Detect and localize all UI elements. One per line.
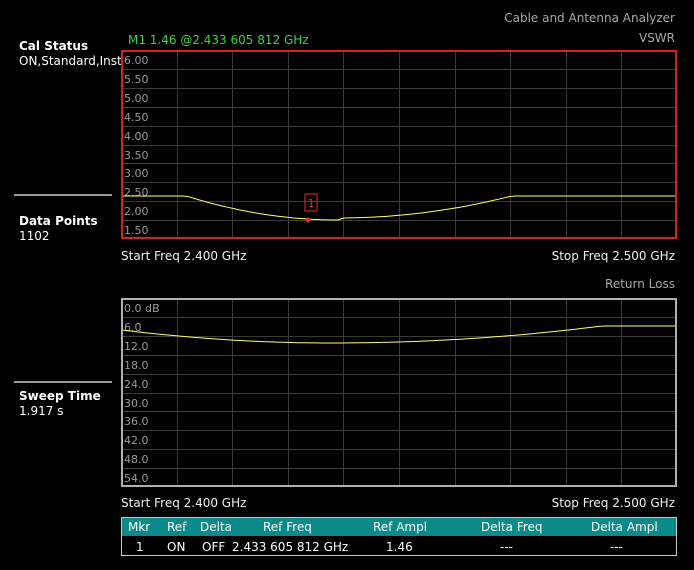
cal-status-value: ON,Standard,Insta	[19, 54, 121, 68]
marker-1-point: ◆	[305, 215, 312, 224]
vswr-plot[interactable]: 6.00 5.50 5.00 4.50 4.00 3.50 3.00 2.50 2.00 1.50…	[121, 50, 677, 239]
marker-table-header: Mkr Ref Delta Ref Freq Ref Ampl Delta Fr…	[122, 518, 676, 536]
data-points-value: 1102	[19, 229, 50, 243]
col-mkr: Mkr	[128, 520, 151, 534]
sidebar-divider	[14, 194, 112, 196]
marker-1-label: 1	[308, 197, 315, 210]
col-ref: Ref	[167, 520, 187, 534]
y-tick-label: 5.50	[124, 73, 149, 86]
y-tick-label: 3.50	[124, 149, 149, 162]
y-tick-label: 2.50	[124, 186, 149, 199]
sweep-time-label: Sweep Time	[19, 389, 101, 403]
y-tick-label: 36.0	[124, 415, 149, 428]
y-tick-label: 24.0	[124, 378, 149, 391]
marker-readout: M1 1.46 @2.433 605 812 GHz	[128, 33, 309, 47]
y-tick-label: 2.00	[124, 205, 149, 218]
cal-status-label: Cal Status	[19, 39, 89, 53]
y-tick-label: 12.0	[124, 340, 149, 353]
y-tick-label: 4.50	[124, 111, 149, 124]
y-tick-label: 3.00	[124, 167, 149, 180]
vswr-stop-freq: Stop Freq 2.500 GHz	[551, 249, 675, 263]
return-loss-plot[interactable]: 0.0 dB6.012.018.024.030.036.042.048.054.…	[121, 298, 677, 487]
marker-table[interactable]: Mkr Ref Delta Ref Freq Ref Ampl Delta Fr…	[121, 517, 677, 556]
y-tick-label: 48.0	[124, 453, 149, 466]
sweep-time-value: 1.917 s	[19, 404, 64, 418]
row-delta-ampl: ---	[610, 540, 623, 554]
row-delta: OFF	[202, 540, 226, 554]
return-loss-start-freq: Start Freq 2.400 GHz	[121, 496, 247, 510]
sidebar-divider	[14, 381, 112, 383]
col-delta-ampl: Delta Ampl	[591, 520, 658, 534]
vswr-start-freq: Start Freq 2.400 GHz	[121, 249, 247, 263]
y-tick-label: 42.0	[124, 434, 149, 447]
data-points-label: Data Points	[19, 214, 98, 228]
col-delta-freq: Delta Freq	[481, 520, 543, 534]
y-tick-label: 18.0	[124, 359, 149, 372]
top-measurement-label: VSWR	[638, 31, 675, 45]
col-ref-ampl: Ref Ampl	[373, 520, 428, 534]
y-tick-label: 30.0	[124, 397, 149, 410]
y-tick-label: 1.50	[124, 224, 149, 237]
y-tick-label: 6.00	[124, 54, 149, 67]
bottom-measurement-label: Return Loss	[605, 277, 675, 291]
y-tick-label: 5.00	[124, 92, 149, 105]
row-mkr: 1	[136, 540, 144, 554]
row-ref-ampl: 1.46	[386, 540, 413, 554]
y-tick-label: 4.00	[124, 130, 149, 143]
col-delta: Delta	[200, 520, 233, 534]
row-delta-freq: ---	[500, 540, 513, 554]
row-ref-freq: 2.433 605 812 GHz	[232, 540, 349, 554]
y-tick-label: 54.0	[124, 472, 149, 485]
row-ref: ON	[167, 540, 186, 554]
col-ref-freq: Ref Freq	[263, 520, 312, 534]
y-tick-label: 0.0 dB	[124, 302, 160, 315]
return-loss-stop-freq: Stop Freq 2.500 GHz	[551, 496, 675, 510]
app-title: Cable and Antenna Analyzer	[504, 11, 675, 25]
